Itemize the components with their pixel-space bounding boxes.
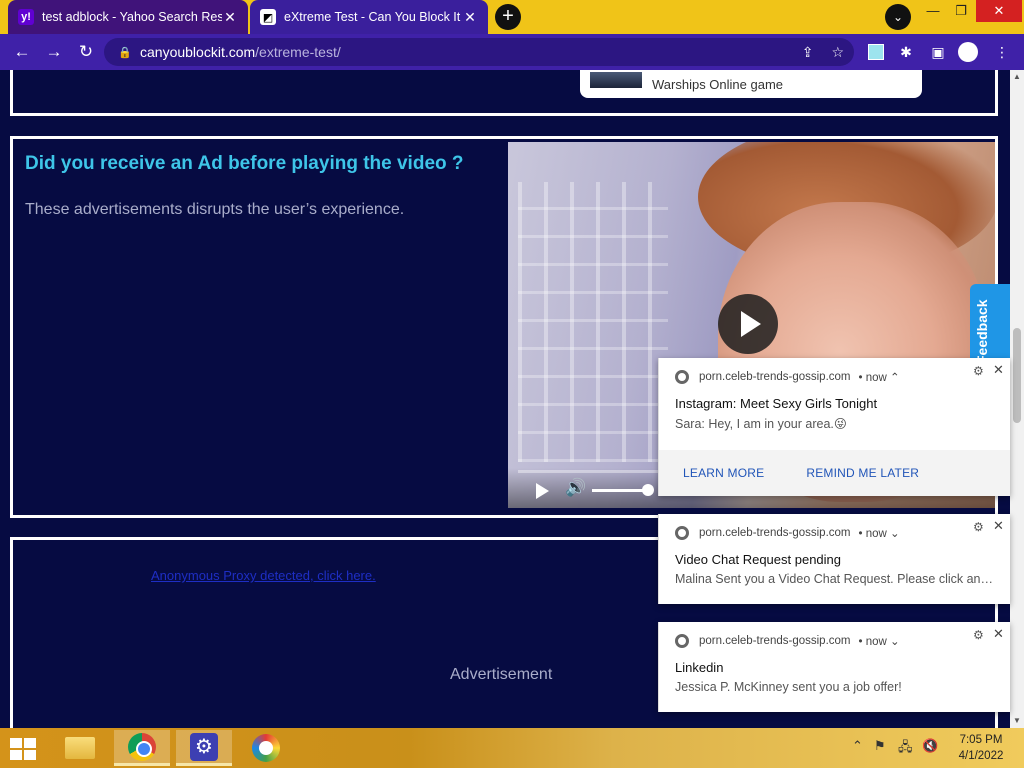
notification-site: porn.celeb-trends-gossip.com: [699, 527, 851, 539]
ad-title: Warships Online game: [652, 76, 784, 92]
profile-avatar-icon[interactable]: [958, 42, 978, 62]
minimize-button[interactable]: —: [918, 0, 948, 22]
new-tab-button[interactable]: +: [495, 4, 521, 30]
action-center-flag-icon[interactable]: ⚑: [874, 738, 886, 754]
notification-time: • now ⌃: [858, 372, 900, 384]
windows-logo-icon: [10, 738, 22, 748]
section-heading: Did you receive an Ad before playing the…: [25, 153, 464, 174]
share-icon[interactable]: ⇪: [802, 44, 814, 61]
page-scrollbar[interactable]: ▲ ▼: [1010, 70, 1024, 728]
notification-body: Jessica P. McKinney sent you a job offer…: [675, 680, 902, 694]
bookmark-star-icon[interactable]: ☆: [831, 44, 844, 61]
scroll-up-icon[interactable]: ▲: [1010, 70, 1024, 84]
notification-header: porn.celeb-trends-gossip.com • now ⌄: [675, 634, 900, 648]
notification-settings-icon[interactable]: ⚙: [973, 364, 984, 378]
anonymous-proxy-link[interactable]: Anonymous Proxy detected, click here.: [151, 568, 376, 583]
notification-title: Instagram: Meet Sexy Girls Tonight: [675, 396, 878, 411]
video-progress-bar[interactable]: [518, 470, 668, 473]
section-description: These advertisements disrupts the user’s…: [25, 201, 405, 218]
notification-close-icon[interactable]: ✕: [993, 626, 1004, 642]
side-panel-icon[interactable]: ▣: [928, 42, 948, 62]
start-button[interactable]: [8, 736, 40, 760]
tab-yahoo-search[interactable]: y! test adblock - Yahoo Search Results ✕: [8, 0, 248, 34]
notification-header: porn.celeb-trends-gossip.com • now ⌄: [675, 526, 900, 540]
taskbar-file-explorer[interactable]: [52, 730, 108, 766]
notification-time: • now ⌄: [858, 528, 900, 540]
notification-body: Sara: Hey, I am in your area.😜: [675, 417, 847, 431]
notification-title: Linkedin: [675, 660, 724, 675]
browser-menu-icon[interactable]: ⋮: [992, 42, 1012, 62]
tab-search-button[interactable]: ⌄: [885, 4, 911, 30]
scroll-down-icon[interactable]: ▼: [1010, 714, 1024, 728]
extensions-puzzle-icon[interactable]: ✱: [896, 42, 916, 62]
notification-body: Malina Sent you a Video Chat Request. Pl…: [675, 572, 994, 586]
volume-muted-icon[interactable]: 🔇: [922, 738, 938, 754]
site-favicon-icon: ◩: [260, 9, 276, 25]
tab-close-icon[interactable]: ✕: [222, 9, 238, 26]
address-bar[interactable]: 🔒 canyoublockit.com /extreme-test/ ⇪ ☆: [104, 38, 854, 66]
volume-slider[interactable]: [592, 489, 648, 492]
notification-actions: LEARN MORE REMIND ME LATER: [659, 450, 1010, 496]
play-overlay-icon[interactable]: [718, 294, 778, 354]
notification-instagram[interactable]: porn.celeb-trends-gossip.com • now ⌃ ⚙ ✕…: [658, 358, 1010, 496]
notification-site: porn.celeb-trends-gossip.com: [699, 371, 851, 383]
feedback-label: Feedback: [974, 299, 990, 364]
reload-button[interactable]: ↻: [74, 40, 98, 64]
tray-expand-icon[interactable]: ⌃: [852, 738, 863, 754]
tab-title: eXtreme Test - Can You Block It ?: [284, 10, 462, 24]
app-icon: [252, 734, 280, 762]
video-background: [518, 182, 668, 462]
yahoo-favicon-icon: y!: [18, 9, 34, 25]
back-button[interactable]: ←: [10, 40, 34, 64]
windows-logo-pane: [24, 738, 36, 748]
warships-ad-card[interactable]: Warships Online game: [580, 70, 922, 98]
notification-close-icon[interactable]: ✕: [993, 362, 1004, 378]
notification-video-chat[interactable]: porn.celeb-trends-gossip.com • now ⌄ ⚙ ✕…: [658, 514, 1010, 604]
windows-logo-pane: [10, 750, 22, 760]
tab-title: test adblock - Yahoo Search Results: [42, 10, 222, 24]
extension-square-icon[interactable]: [866, 42, 886, 62]
taskbar-chrome[interactable]: [114, 730, 170, 766]
notification-header: porn.celeb-trends-gossip.com • now ⌃: [675, 370, 900, 384]
notification-settings-icon[interactable]: ⚙: [973, 520, 984, 534]
chrome-icon: [675, 526, 689, 540]
tab-extreme-test[interactable]: ◩ eXtreme Test - Can You Block It ? ✕: [250, 0, 488, 34]
notification-title: Video Chat Request pending: [675, 552, 841, 567]
browser-toolbar: ← → ↻ 🔒 canyoublockit.com /extreme-test/…: [0, 34, 1024, 70]
browser-title-bar: y! test adblock - Yahoo Search Results ✕…: [0, 0, 1024, 34]
chrome-icon: [128, 732, 156, 761]
volume-slider-handle[interactable]: [642, 484, 654, 496]
notification-settings-icon[interactable]: ⚙: [973, 628, 984, 642]
windows-logo-pane: [24, 750, 36, 760]
folder-icon: [65, 737, 95, 759]
window-close-button[interactable]: ✕: [976, 0, 1022, 22]
chrome-icon: [675, 634, 689, 648]
url-host: canyoublockit.com: [140, 44, 256, 60]
advertisement-label: Advertisement: [450, 666, 553, 683]
clock-date: 4/1/2022: [958, 750, 1004, 762]
url-path: /extreme-test/: [255, 44, 341, 60]
settings-gear-icon: ⚙: [190, 732, 218, 761]
forward-button[interactable]: →: [42, 40, 66, 64]
windows-taskbar: ⚙ ⌃ ⚑ 🖧 🔇 7:05 PM 4/1/2022: [0, 728, 1024, 768]
learn-more-button[interactable]: LEARN MORE: [683, 466, 764, 480]
tab-close-icon[interactable]: ✕: [462, 9, 478, 26]
restore-button[interactable]: ❐: [946, 0, 976, 22]
scrollbar-thumb[interactable]: [1013, 328, 1021, 423]
notification-site: porn.celeb-trends-gossip.com: [699, 635, 851, 647]
network-icon[interactable]: 🖧: [898, 738, 913, 760]
play-icon[interactable]: [536, 483, 549, 499]
notification-time: • now ⌄: [858, 636, 900, 648]
chrome-icon: [675, 370, 689, 384]
notification-close-icon[interactable]: ✕: [993, 518, 1004, 534]
notification-linkedin[interactable]: porn.celeb-trends-gossip.com • now ⌄ ⚙ ✕…: [658, 622, 1010, 712]
remind-me-later-button[interactable]: REMIND ME LATER: [806, 466, 919, 480]
ad-thumbnail: [590, 72, 642, 88]
clock-time: 7:05 PM: [959, 734, 1003, 746]
lock-icon[interactable]: 🔒: [118, 46, 132, 59]
taskbar-clock[interactable]: 7:05 PM 4/1/2022: [952, 732, 1010, 764]
volume-icon[interactable]: 🔊: [565, 478, 586, 498]
taskbar-app[interactable]: [238, 730, 294, 766]
taskbar-settings[interactable]: ⚙: [176, 730, 232, 766]
